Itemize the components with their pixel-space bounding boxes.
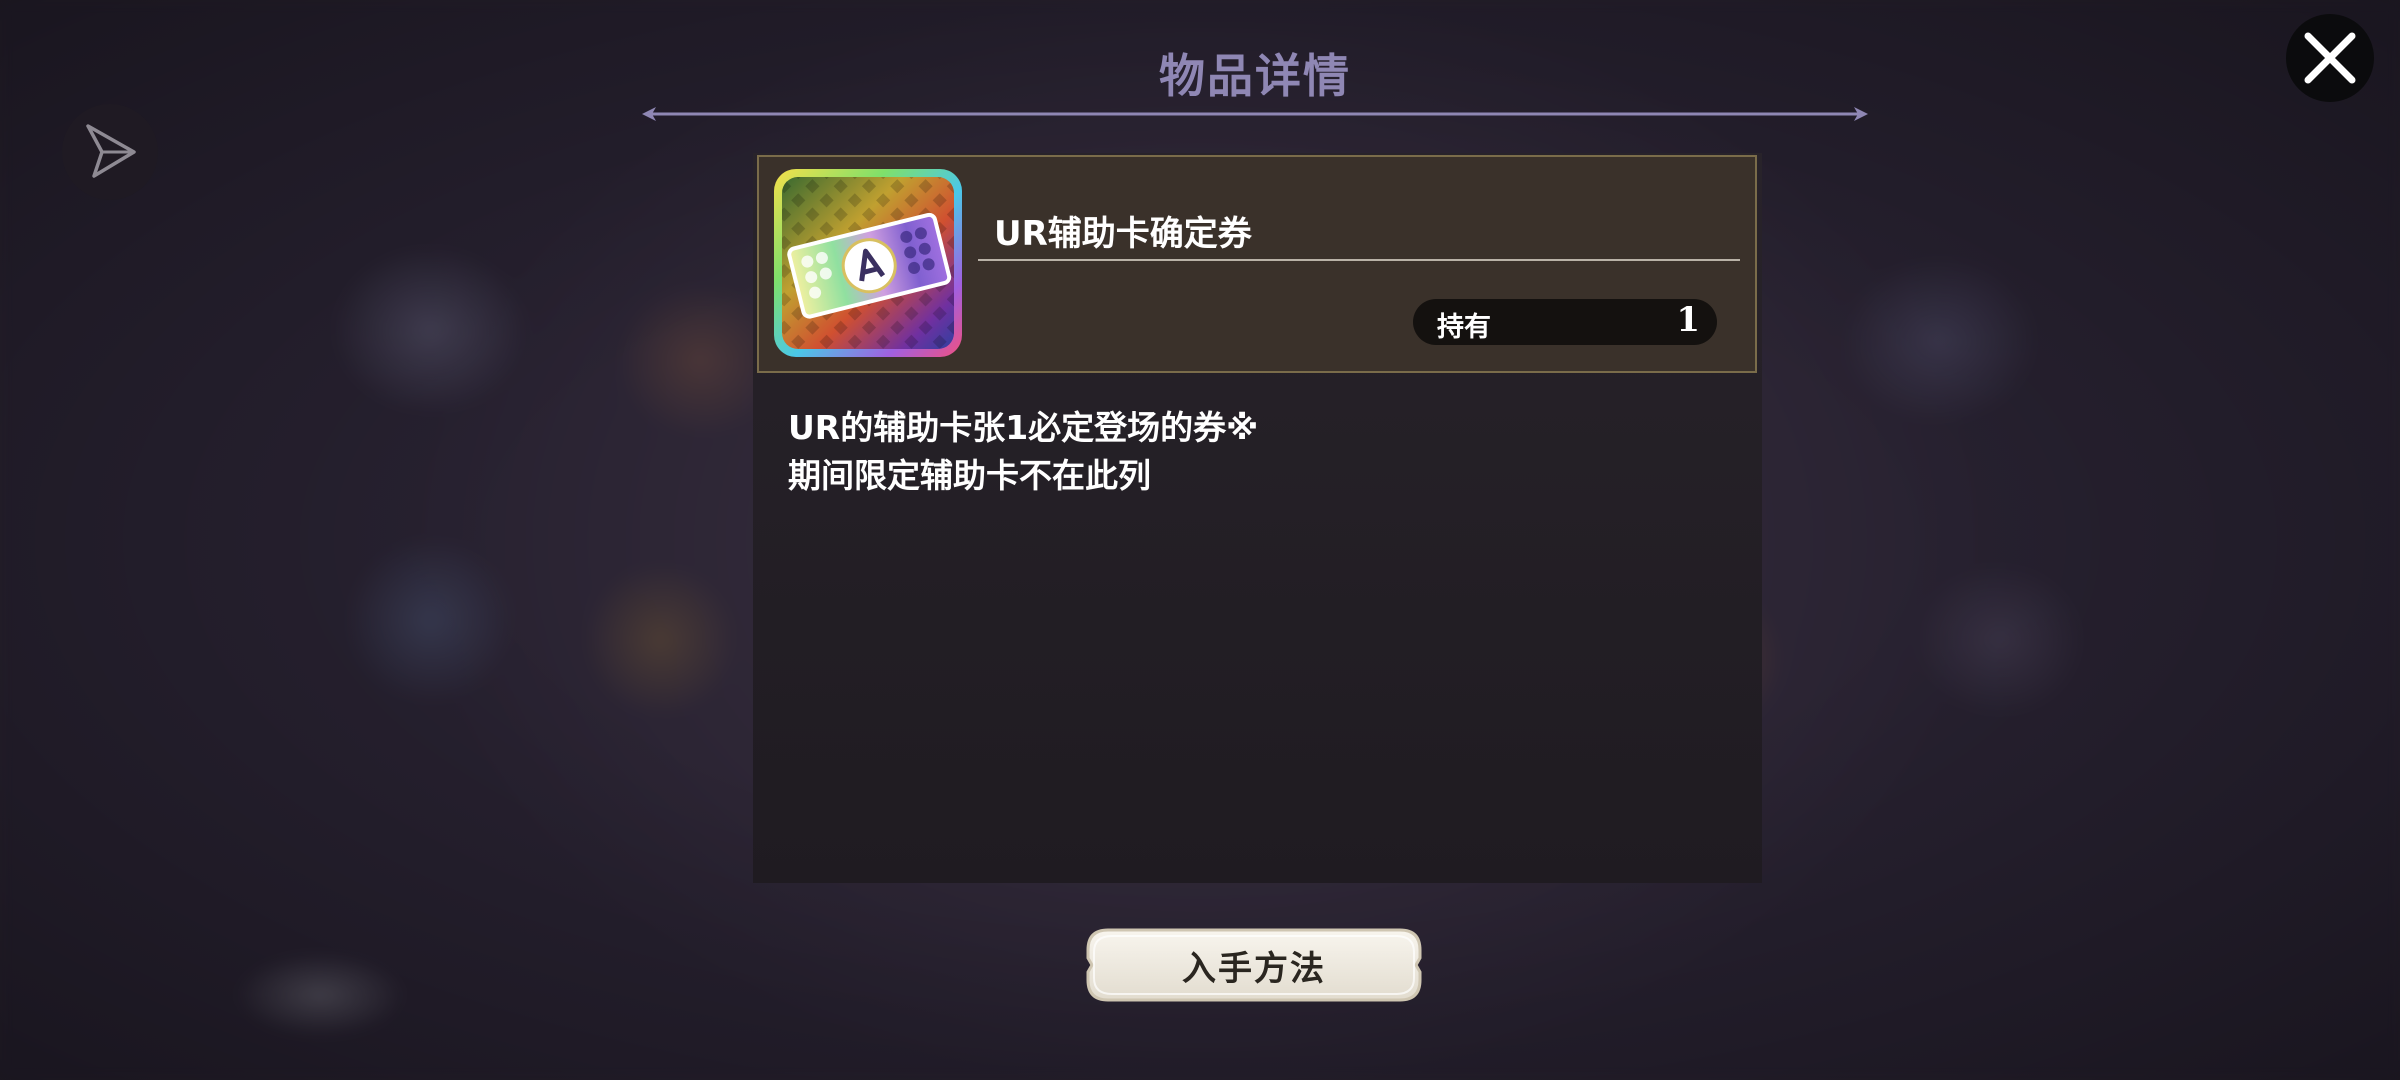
close-button[interactable] [2286, 14, 2374, 102]
ticket-icon [774, 169, 962, 357]
item-name: UR辅助卡确定券 [994, 214, 1252, 254]
item-description: UR的辅助卡张1必定登场的券※ 期间限定辅助卡不在此列 [788, 404, 1728, 500]
close-icon [2304, 32, 2356, 84]
share-button[interactable] [62, 104, 158, 200]
owned-label: 持有 [1437, 312, 1491, 343]
title-divider [642, 107, 1868, 121]
share-icon [86, 124, 136, 178]
item-name-divider [978, 259, 1740, 261]
owned-count: 1 [1676, 300, 1700, 340]
acquire-method-button[interactable]: 入手方法 [1086, 928, 1422, 1002]
description-line-1: UR的辅助卡张1必定登场的券※ [788, 408, 1259, 447]
dialog-title: 物品详情 [1159, 49, 1351, 103]
acquire-method-label: 入手方法 [1182, 948, 1326, 989]
description-line-2: 期间限定辅助卡不在此列 [788, 456, 1151, 495]
